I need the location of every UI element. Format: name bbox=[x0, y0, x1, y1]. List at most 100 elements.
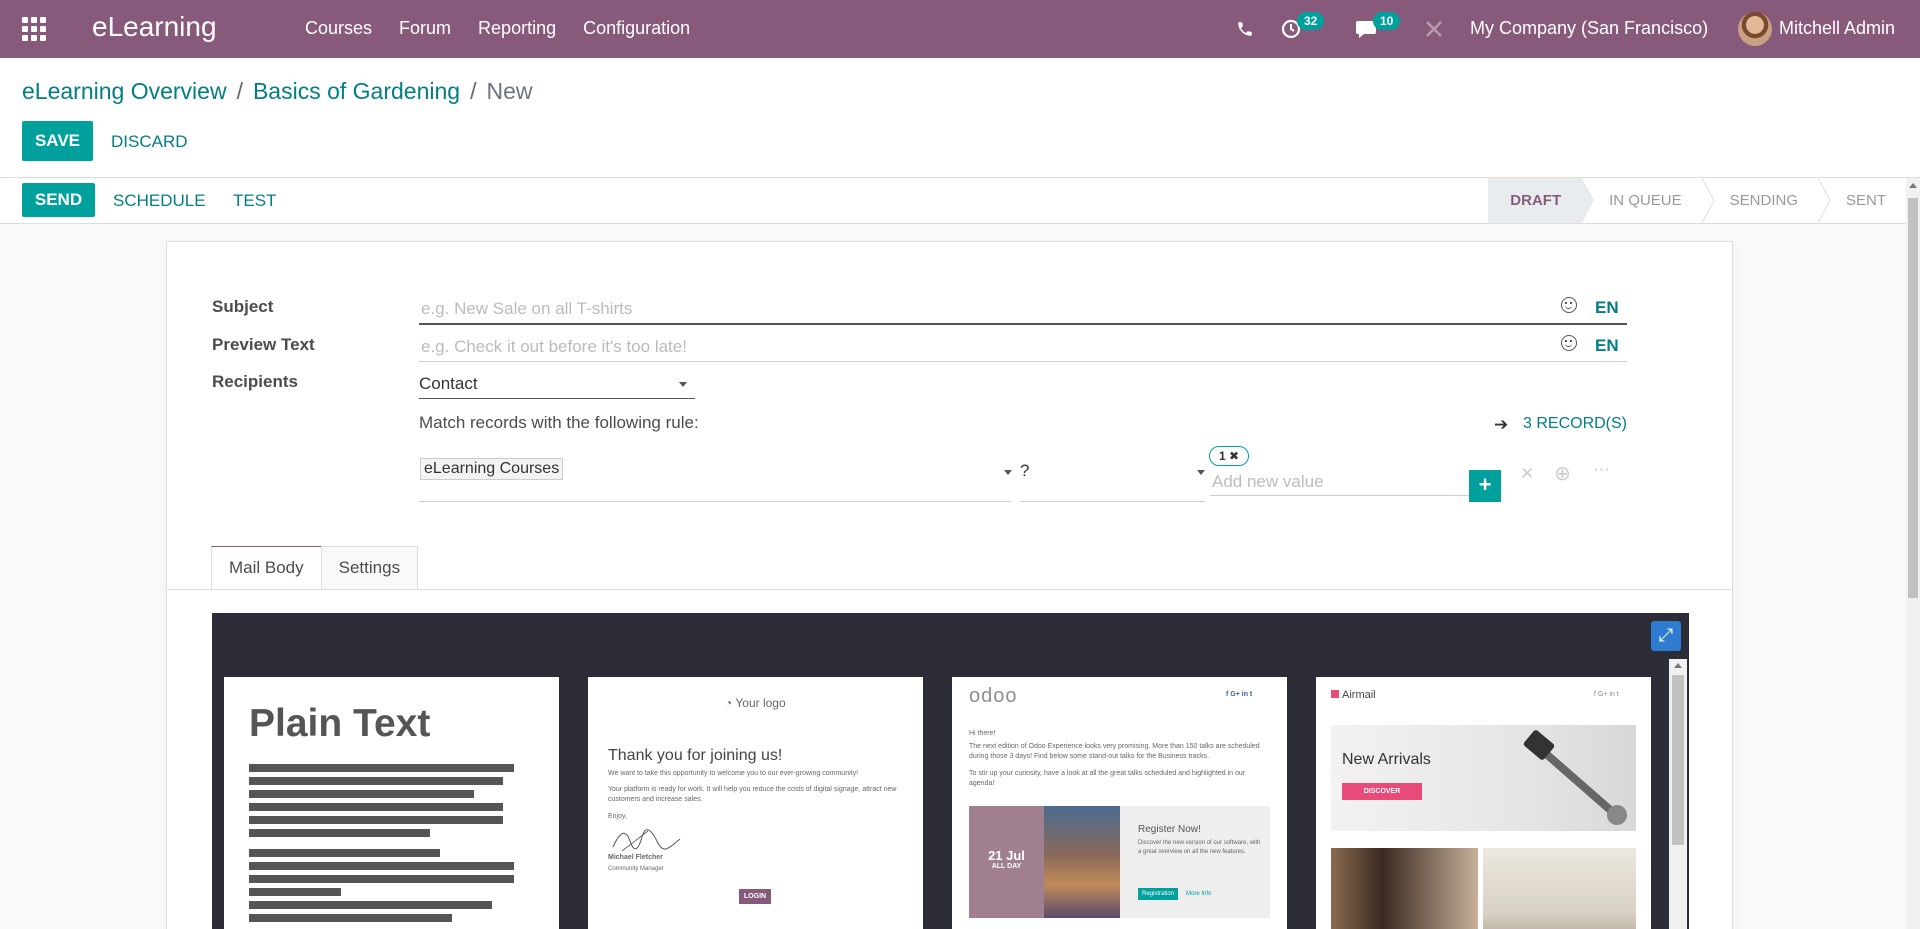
stage-label: SENDING bbox=[1729, 192, 1798, 209]
signer-name: Michael Fletcher bbox=[608, 854, 663, 861]
app-name[interactable]: eLearning bbox=[92, 11, 217, 43]
messaging-button[interactable]: 10 bbox=[1355, 0, 1404, 58]
text-line bbox=[249, 764, 514, 772]
event-greeting: Hi there! bbox=[969, 730, 996, 737]
register-title: Register Now! bbox=[1138, 824, 1201, 835]
domain-rule-text: Match records with the following rule: bbox=[419, 413, 699, 432]
logo-placeholder: ◔ Your logo bbox=[725, 696, 786, 710]
discard-button[interactable]: DISCARD bbox=[111, 132, 188, 152]
odoo-logo: odoo bbox=[969, 685, 1018, 707]
template-airmail[interactable]: Airmail f G+ in t New Arrivals DISCOVER bbox=[1316, 677, 1651, 929]
page-scrollbar[interactable] bbox=[1906, 178, 1920, 929]
menu-forum[interactable]: Forum bbox=[399, 18, 451, 39]
domain-field-underline bbox=[419, 501, 1011, 502]
form-sheet: Subject e.g. New Sale on all T-shirts EN… bbox=[166, 241, 1733, 929]
preview-lang-button[interactable]: EN bbox=[1595, 336, 1619, 356]
delete-rule-icon[interactable]: ✕ bbox=[1520, 464, 1534, 484]
template-scrollbar[interactable] bbox=[1669, 659, 1687, 929]
breadcrumb-root[interactable]: eLearning Overview bbox=[22, 78, 227, 104]
chevron-down-icon[interactable] bbox=[679, 382, 687, 387]
activity-badge: 32 bbox=[1297, 12, 1325, 30]
airmail-headline: New Arrivals bbox=[1342, 751, 1431, 768]
emoji-icon[interactable] bbox=[1561, 335, 1577, 351]
menu-reporting[interactable]: Reporting bbox=[478, 18, 556, 39]
scrollbar-thumb[interactable] bbox=[1908, 198, 1918, 598]
event-date-block: 21 Jul ALL DAY bbox=[969, 806, 1044, 918]
add-value-underline bbox=[1210, 495, 1470, 496]
register-text: Discover the new version of our software… bbox=[1138, 840, 1261, 855]
schedule-button[interactable]: SCHEDULE bbox=[113, 191, 206, 211]
value-tag[interactable]: 1 ✖ bbox=[1209, 446, 1250, 466]
chevron-down-icon[interactable] bbox=[1004, 470, 1012, 475]
event-photo bbox=[1044, 806, 1120, 918]
subject-label: Subject bbox=[212, 297, 274, 316]
domain-operator-underline bbox=[1020, 501, 1205, 502]
add-value-input[interactable]: Add new value bbox=[1212, 472, 1324, 492]
user-avatar[interactable] bbox=[1738, 12, 1772, 46]
tonearm-image bbox=[1523, 730, 1627, 825]
text-line bbox=[249, 790, 474, 798]
event-body: To stir up your curiosity, have a look a… bbox=[969, 770, 1246, 787]
breadcrumb: eLearning Overview / Basics of Gardening / N… bbox=[22, 78, 532, 105]
event-body: The next edition of Odoo Experience look… bbox=[969, 743, 1260, 760]
stage-chevron-icon bbox=[1817, 178, 1831, 223]
guitar-image bbox=[1331, 848, 1478, 929]
logo-icon: ◔ bbox=[725, 696, 733, 710]
event-date: 21 Jul bbox=[988, 848, 1025, 863]
more-options-icon[interactable]: ⋯ bbox=[1593, 460, 1610, 480]
user-menu[interactable]: Mitchell Admin bbox=[1779, 18, 1895, 39]
chevron-down-icon[interactable] bbox=[1197, 470, 1205, 475]
records-count-button[interactable]: 3 RECORD(S) bbox=[1523, 415, 1627, 433]
stage-sent: SENT bbox=[1817, 178, 1906, 223]
tab-divider bbox=[167, 589, 1732, 590]
subject-underline bbox=[419, 323, 1627, 325]
save-button[interactable]: SAVE bbox=[22, 121, 93, 161]
template-event[interactable]: odoo f G+ in t Hi there! The next editio… bbox=[952, 677, 1287, 929]
scrollbar-thumb[interactable] bbox=[1672, 675, 1684, 845]
text-line bbox=[249, 777, 503, 785]
subject-input[interactable]: e.g. New Sale on all T-shirts bbox=[421, 299, 632, 319]
status-bar: DRAFT IN QUEUE SENDING SENT bbox=[1488, 178, 1906, 223]
recipients-select[interactable]: Contact bbox=[419, 374, 478, 394]
welcome-enjoy: Enjoy, bbox=[608, 813, 627, 820]
template-welcome[interactable]: ◔ Your logo Thank you for joining us! We… bbox=[588, 677, 923, 929]
breadcrumb-parent[interactable]: Basics of Gardening bbox=[253, 78, 460, 104]
fullscreen-icon[interactable]: ⤢ bbox=[1651, 621, 1681, 651]
domain-operator-select[interactable]: ? bbox=[1020, 461, 1029, 481]
social-icons: f G+ in t bbox=[1226, 691, 1253, 698]
preview-text-input[interactable]: e.g. Check it out before it's too late! bbox=[421, 337, 687, 357]
add-rule-icon[interactable]: ⊕ bbox=[1554, 461, 1571, 486]
send-button[interactable]: SEND bbox=[22, 183, 95, 217]
tab-mail-body[interactable]: Mail Body bbox=[211, 546, 322, 590]
welcome-line: Your platform is ready for work. It will… bbox=[608, 786, 897, 803]
domain-field-select[interactable]: eLearning Courses bbox=[420, 458, 564, 480]
scroll-up-icon[interactable] bbox=[1909, 183, 1917, 188]
phone-icon[interactable] bbox=[1236, 0, 1254, 58]
subject-lang-button[interactable]: EN bbox=[1595, 298, 1619, 318]
add-value-button[interactable]: + bbox=[1469, 470, 1501, 502]
tag-remove-icon[interactable]: ✖ bbox=[1229, 449, 1239, 463]
top-navbar: eLearning Courses Forum Reporting Config… bbox=[0, 0, 1920, 58]
company-switcher[interactable]: My Company (San Francisco) bbox=[1470, 18, 1708, 39]
scroll-up-icon[interactable] bbox=[1674, 663, 1682, 668]
text-line bbox=[249, 914, 452, 922]
template-title: Plain Text bbox=[249, 702, 431, 745]
menu-configuration[interactable]: Configuration bbox=[583, 18, 690, 39]
test-button[interactable]: TEST bbox=[233, 191, 276, 211]
airmail-cta: DISCOVER bbox=[1342, 783, 1422, 800]
airmail-hero: New Arrivals DISCOVER bbox=[1331, 725, 1636, 831]
text-line bbox=[249, 862, 514, 870]
menu-courses[interactable]: Courses bbox=[305, 18, 372, 39]
debug-tools-icon[interactable] bbox=[1424, 0, 1444, 58]
breadcrumb-separator: / bbox=[470, 78, 477, 104]
template-plain-text[interactable]: Plain Text bbox=[224, 677, 559, 929]
activity-button[interactable]: 32 bbox=[1281, 0, 1328, 58]
apps-menu-icon[interactable] bbox=[22, 17, 48, 41]
text-line bbox=[249, 816, 503, 824]
emoji-icon[interactable] bbox=[1561, 297, 1577, 313]
airmail-logo: Airmail bbox=[1331, 689, 1376, 701]
message-badge: 10 bbox=[1373, 12, 1401, 30]
preview-text-underline bbox=[419, 361, 1627, 362]
welcome-heading: Thank you for joining us! bbox=[608, 747, 783, 764]
tab-settings[interactable]: Settings bbox=[320, 546, 419, 590]
